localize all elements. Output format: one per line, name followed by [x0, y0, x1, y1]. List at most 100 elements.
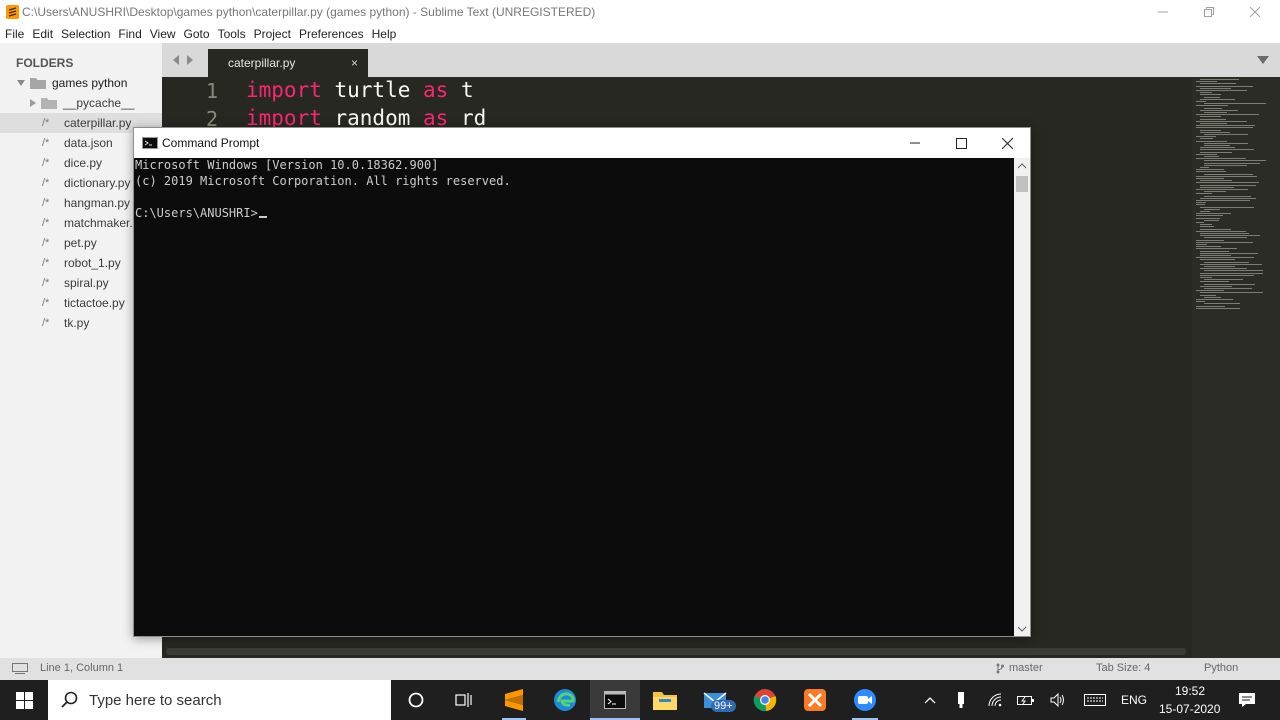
- cmd-close-button[interactable]: [984, 128, 1030, 158]
- taskbar-file-explorer[interactable]: [640, 680, 690, 720]
- minimap-line: [1204, 208, 1220, 210]
- menu-preferences[interactable]: Preferences: [299, 27, 364, 41]
- menu-edit[interactable]: Edit: [32, 27, 53, 41]
- clock-date[interactable]: 15-07-2020: [1159, 702, 1220, 716]
- minimap-line: [1204, 303, 1240, 305]
- minimap-line: [1204, 173, 1253, 175]
- menu-goto[interactable]: Goto: [184, 27, 210, 41]
- minimap-line: [1196, 158, 1246, 160]
- menu-find[interactable]: Find: [118, 27, 141, 41]
- cmd-titlebar[interactable]: Command Prompt: [134, 128, 1030, 158]
- minimap-line: [1200, 197, 1256, 199]
- file-code-icon: /*: [42, 277, 50, 289]
- chevron-up-icon: [924, 697, 936, 704]
- minimap-line: [1196, 193, 1212, 195]
- sidebar-item-pycache[interactable]: __pycache__: [0, 93, 162, 113]
- minimap-line: [1196, 171, 1226, 173]
- tab-bar: caterpillar.py ×: [162, 43, 1280, 77]
- folder-icon: [653, 692, 677, 710]
- sidebar-item-label: hangman.py: [64, 196, 131, 210]
- minimize-button[interactable]: [1140, 0, 1186, 24]
- minimap-line: [1196, 127, 1253, 129]
- sidebar-item-label: tictactoe.py: [64, 296, 125, 310]
- start-button[interactable]: [0, 680, 48, 720]
- git-branch-icon: [996, 663, 1004, 674]
- minimap-line: [1204, 195, 1251, 197]
- tab-caterpillar[interactable]: caterpillar.py ×: [208, 49, 368, 77]
- restore-button[interactable]: [1186, 0, 1232, 24]
- close-button[interactable]: [1232, 0, 1278, 24]
- minimap-line: [1200, 224, 1212, 226]
- minimap[interactable]: [1192, 77, 1280, 658]
- taskbar-chrome[interactable]: [740, 680, 790, 720]
- task-view-button[interactable]: [440, 680, 488, 720]
- file-code-icon: /*: [42, 217, 50, 229]
- minimap-line: [1200, 129, 1221, 131]
- minimap-line: [1204, 107, 1222, 109]
- usb-device-button[interactable]: [950, 680, 972, 720]
- minimap-line: [1200, 272, 1263, 274]
- minimap-line: [1200, 294, 1216, 296]
- volume-button[interactable]: [1046, 680, 1070, 720]
- windows-logo-icon: [15, 691, 33, 709]
- panel-toggle-icon[interactable]: [12, 663, 28, 674]
- sidebar-folder-root[interactable]: games python: [0, 73, 162, 93]
- git-branch[interactable]: master: [1009, 662, 1043, 674]
- minimap-line: [1200, 180, 1232, 182]
- syntax-selector[interactable]: Python: [1204, 662, 1238, 674]
- network-button[interactable]: [984, 680, 1008, 720]
- minimap-line: [1204, 219, 1219, 221]
- menu-file[interactable]: File: [5, 27, 24, 41]
- cmd-vertical-scrollbar[interactable]: [1014, 158, 1030, 636]
- minimap-line: [1200, 83, 1236, 85]
- menu-project[interactable]: Project: [254, 27, 291, 41]
- taskbar-mail[interactable]: 99+: [690, 680, 740, 720]
- tab-close-icon[interactable]: ×: [351, 56, 358, 70]
- tab-size[interactable]: Tab Size: 4: [1096, 662, 1150, 674]
- minimap-line: [1204, 112, 1227, 113]
- action-center-button[interactable]: [1230, 680, 1264, 720]
- battery-button[interactable]: [1014, 680, 1038, 720]
- minimap-line: [1204, 162, 1260, 164]
- taskbar-command-prompt[interactable]: [590, 680, 640, 720]
- menu-help[interactable]: Help: [372, 27, 397, 41]
- taskbar-xampp[interactable]: [790, 680, 840, 720]
- clock-time[interactable]: 19:52: [1175, 684, 1205, 698]
- console-output[interactable]: Microsoft Windows [Version 10.0.18362.90…: [134, 158, 1014, 636]
- minimap-line: [1196, 140, 1227, 142]
- minimap-line: [1204, 296, 1221, 298]
- minimap-line: [1200, 118, 1226, 120]
- menu-selection[interactable]: Selection: [61, 27, 110, 41]
- minimap-line: [1204, 270, 1263, 272]
- command-prompt-window[interactable]: Command Prompt Microsoft Windows [Versio…: [133, 127, 1031, 637]
- show-hidden-icons-button[interactable]: [918, 680, 942, 720]
- taskbar-zoom[interactable]: [840, 680, 890, 720]
- taskbar-edge[interactable]: [540, 680, 590, 720]
- scroll-down-icon[interactable]: [1017, 624, 1027, 634]
- cmd-minimize-button[interactable]: [892, 128, 938, 158]
- scroll-thumb[interactable]: [1016, 176, 1028, 192]
- menu-tools[interactable]: Tools: [218, 27, 246, 41]
- cmd-maximize-button[interactable]: [938, 128, 984, 158]
- horizontal-scrollbar[interactable]: [166, 648, 1186, 655]
- edge-browser-icon: [554, 689, 576, 711]
- minimap-line: [1196, 182, 1259, 184]
- minimap-line: [1200, 228, 1231, 230]
- touch-keyboard-button[interactable]: [1082, 680, 1108, 720]
- scroll-up-icon[interactable]: [1017, 161, 1027, 171]
- taskbar-sublime[interactable]: [490, 680, 538, 720]
- wifi-icon: [988, 693, 1002, 707]
- code-text: turtle: [321, 78, 424, 102]
- tab-dropdown-icon[interactable]: [1257, 56, 1269, 64]
- minimap-line: [1196, 81, 1217, 83]
- mail-badge: 99+: [711, 700, 736, 712]
- console-line: (c) 2019 Microsoft Corporation. All righ…: [135, 174, 511, 188]
- input-language[interactable]: ENG: [1121, 693, 1147, 707]
- minimap-line: [1200, 277, 1212, 278]
- menu-view[interactable]: View: [150, 27, 176, 41]
- minimap-line: [1200, 252, 1258, 254]
- tab-nav-arrows-icon[interactable]: [172, 54, 196, 66]
- speaker-icon: [1050, 693, 1064, 707]
- cortana-button[interactable]: [392, 680, 440, 720]
- taskbar-search[interactable]: Type here to search: [48, 680, 391, 720]
